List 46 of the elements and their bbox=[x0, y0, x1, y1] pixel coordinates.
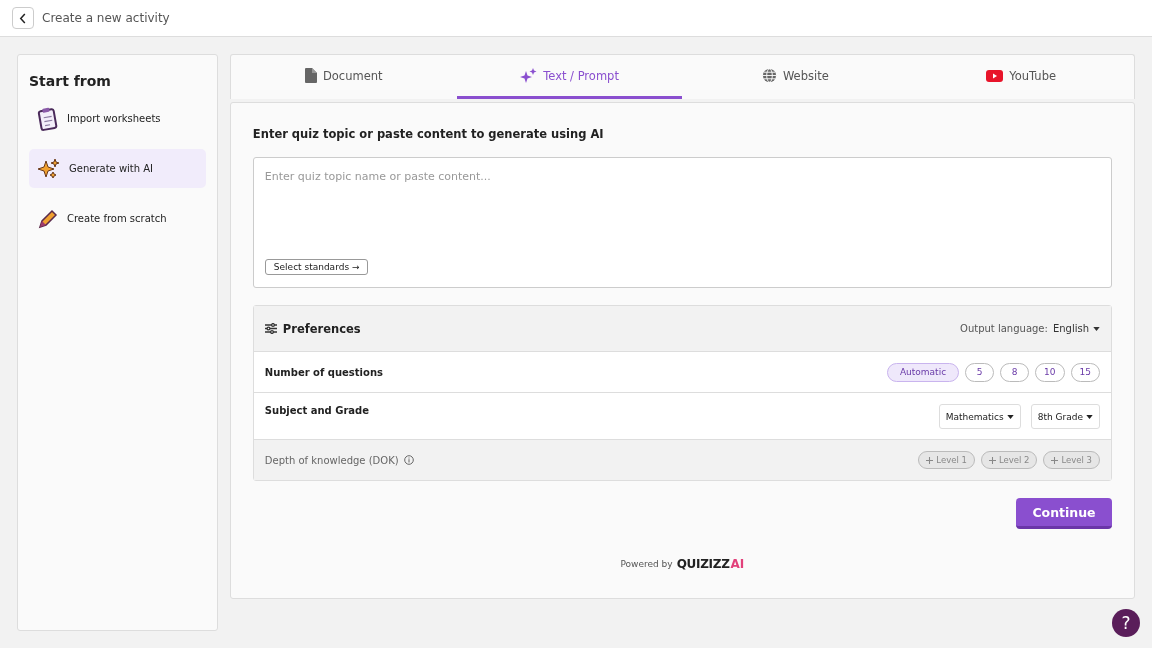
question-count-option[interactable]: Automatic bbox=[886, 362, 960, 382]
sparkles-icon bbox=[520, 68, 538, 83]
page-title: Create a new activity bbox=[42, 11, 170, 25]
back-button[interactable] bbox=[12, 7, 34, 29]
row-label: Depth of knowledge (DOK) bbox=[264, 454, 399, 466]
brand-logo: QUIZIZZAI bbox=[676, 557, 745, 571]
question-count-option[interactable]: 10 bbox=[1035, 362, 1065, 382]
caret-icon bbox=[1006, 414, 1014, 419]
sidebar-item[interactable]: Import worksheets bbox=[29, 99, 206, 138]
select-standards-button[interactable]: Select standards → bbox=[264, 259, 369, 275]
question-count-option[interactable]: 5 bbox=[965, 362, 995, 382]
dropdown[interactable]: 8th Grade bbox=[1030, 404, 1100, 429]
preferences-title: Preferences bbox=[282, 321, 361, 336]
document-icon bbox=[304, 68, 317, 83]
prompt-heading: Enter quiz topic or paste content to generate using AI bbox=[252, 127, 605, 141]
help-button[interactable]: ? bbox=[1112, 609, 1140, 637]
topic-input-field[interactable]: Enter quiz topic name or paste content... Select standards → bbox=[252, 157, 1112, 288]
tab[interactable]: Website bbox=[682, 55, 909, 99]
row-label: Number of questions bbox=[264, 366, 383, 378]
caret-icon bbox=[1086, 414, 1093, 419]
plus-icon bbox=[988, 456, 996, 464]
sparkles-icon bbox=[37, 156, 61, 181]
tab[interactable]: Text / Prompt bbox=[456, 55, 683, 99]
continue-button[interactable]: Continue bbox=[1016, 498, 1112, 529]
plus-icon bbox=[1051, 456, 1059, 464]
sidebar-item[interactable]: Create from scratch bbox=[29, 199, 206, 238]
back-icon bbox=[19, 12, 27, 24]
dropdown[interactable]: Mathematics bbox=[938, 404, 1021, 429]
panel-title: Start from bbox=[29, 73, 112, 89]
play-icon bbox=[986, 69, 1004, 82]
row-label: Subject and Grade bbox=[264, 405, 370, 416]
plus-icon bbox=[926, 456, 934, 464]
caret-icon bbox=[1093, 326, 1100, 331]
tab[interactable]: YouTube bbox=[908, 55, 1135, 99]
question-count-option[interactable]: 15 bbox=[1070, 362, 1100, 382]
language-label: Output language: bbox=[960, 323, 1048, 334]
pencil-icon bbox=[37, 207, 59, 230]
globe-icon bbox=[761, 68, 777, 83]
language-dropdown[interactable]: English bbox=[1052, 323, 1100, 334]
clipboard-icon bbox=[37, 106, 59, 131]
sidebar-item[interactable]: Generate with AI bbox=[29, 149, 206, 188]
question-count-option[interactable]: 8 bbox=[1000, 362, 1030, 382]
powered-by-text: Powered by bbox=[620, 559, 673, 569]
info-icon[interactable] bbox=[403, 455, 414, 465]
tab[interactable]: Document bbox=[230, 55, 457, 99]
sliders-icon bbox=[264, 323, 277, 334]
